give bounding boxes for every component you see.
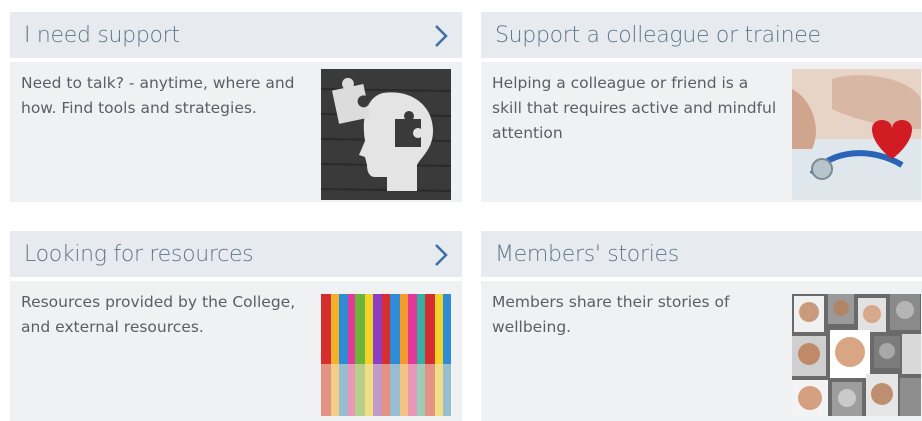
card-body: Helping a colleague or friend is a skill… [481,62,922,202]
card-header[interactable]: Looking for resources [10,231,462,277]
card-title[interactable]: Looking for resources [24,242,254,267]
card-body: Resources provided by the College, and e… [10,281,462,421]
card-header[interactable]: Members' stories [481,231,922,277]
card-header[interactable]: I need support [10,12,462,58]
chevron-right-icon[interactable] [432,24,450,48]
card-description: Helping a colleague or friend is a skill… [492,74,777,142]
card-title[interactable]: Support a colleague or trainee [495,23,821,48]
card-i-need-support[interactable]: I need support Need to talk? - anytime, … [10,12,462,202]
card-body: Need to talk? - anytime, where and how. … [10,62,462,202]
faces-collage-image [792,294,921,416]
card-members-stories[interactable]: Members' stories Members share their sto… [481,231,922,421]
heart-stethoscope-image [792,69,921,200]
chevron-right-icon[interactable] [432,243,450,267]
card-title[interactable]: I need support [24,23,180,48]
colored-file-folders-image [321,294,451,416]
card-body: Members share their stories of wellbeing… [481,281,922,421]
puzzle-head-image [321,69,451,200]
card-description: Need to talk? - anytime, where and how. … [21,74,295,117]
card-header[interactable]: Support a colleague or trainee [481,12,922,58]
card-looking-for-resources[interactable]: Looking for resources Resources provided… [10,231,462,421]
card-description: Resources provided by the College, and e… [21,293,296,336]
card-description: Members share their stories of wellbeing… [492,293,730,336]
card-title[interactable]: Members' stories [495,242,679,267]
card-support-colleague[interactable]: Support a colleague or trainee Helping a… [481,12,922,202]
